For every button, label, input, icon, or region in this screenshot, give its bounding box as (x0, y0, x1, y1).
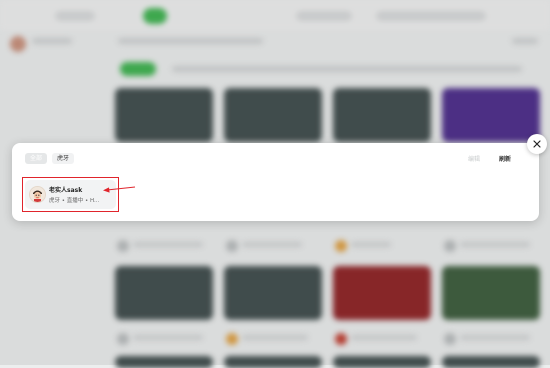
refresh-button[interactable]: 刷新 (499, 154, 511, 163)
red-arrow-annotation (103, 186, 136, 193)
streamer-status: 虎牙 • 直播中 • H... (49, 198, 100, 204)
close-button[interactable] (527, 134, 547, 154)
tab-huya[interactable]: 虎牙 (52, 153, 75, 164)
edit-button[interactable]: 编辑 (468, 154, 480, 163)
streamer-avatar (29, 186, 46, 203)
followed-streamers-panel: 全部 虎牙 编辑 刷新 老实人sask 虎牙 • 直播中 • H... (12, 143, 539, 221)
streamer-name: 老实人sask (49, 187, 83, 194)
tab-all[interactable]: 全部 (25, 153, 48, 164)
close-icon (533, 140, 541, 148)
